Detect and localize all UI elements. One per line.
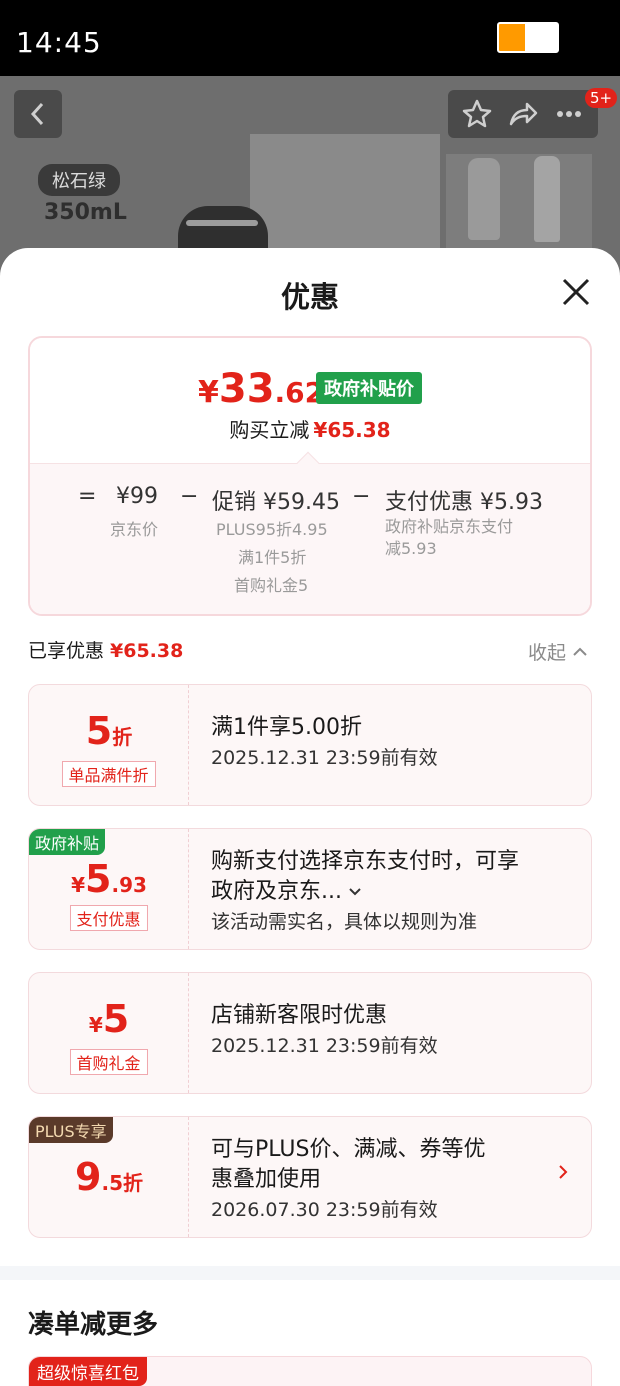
discount-sheet: 优惠 ¥ 33 .62 政府补贴价 购买立减 ¥65.38 = ¥99 京东价 −…	[0, 248, 620, 1386]
chevron-right-icon[interactable]	[557, 1163, 569, 1181]
discount-validity: 2026.07.30 23:59前有效	[211, 1199, 438, 1221]
color-tag: 松石绿	[38, 164, 120, 196]
formula-minus: −	[180, 484, 199, 509]
formula-minus: −	[352, 484, 371, 509]
back-icon	[30, 102, 44, 126]
discount-title: 购新支付选择京东支付时，可享	[211, 849, 520, 874]
jd-price: ¥99	[116, 484, 158, 509]
more-icon[interactable]	[553, 98, 585, 130]
back-button[interactable]	[14, 90, 62, 138]
formula-equals: =	[78, 484, 97, 509]
pay-line: 减5.93	[385, 539, 437, 558]
chevron-down-icon	[349, 888, 361, 896]
discount-validity: 2025.12.31 23:59前有效	[211, 747, 438, 769]
save-line: 购买立减 ¥65.38	[229, 418, 391, 442]
chevron-up-icon	[573, 647, 587, 656]
discount-title: 满1件享5.00折	[211, 715, 362, 740]
pay-line: 政府补贴京东支付	[385, 517, 514, 536]
discount-card[interactable]: 政府补贴 ¥5.93 支付优惠 购新支付选择京东支付时，可享 政府及京东... …	[28, 828, 592, 950]
status-bar: 14:45	[0, 0, 620, 76]
price-breakdown-card: ¥ 33 .62 政府补贴价 购买立减 ¥65.38 = ¥99 京东价 − 促销…	[28, 336, 592, 616]
promo-line: 满1件5折	[238, 548, 307, 567]
discount-title: 店铺新客限时优惠	[211, 1003, 388, 1028]
battery-icon	[497, 22, 559, 53]
discount-card[interactable]: 5折 单品满件折 满1件享5.00折 2025.12.31 23:59前有效	[28, 684, 592, 806]
discount-note: 该活动需实名，具体以规则为准	[211, 911, 478, 933]
more-badge: 5+	[585, 88, 618, 108]
discount-type-chip: 首购礼金	[69, 1049, 148, 1075]
red-packet-tag: 超级惊喜红包	[29, 1357, 147, 1386]
red-packet-card[interactable]: 超级惊喜红包	[28, 1356, 592, 1386]
jd-price-label: 京东价	[110, 520, 159, 539]
star-icon[interactable]	[461, 98, 493, 130]
discount-title-cont: 惠叠加使用	[211, 1167, 322, 1192]
promo-amount: 促销 ¥59.45	[212, 490, 340, 515]
product-header: 5+ 松石绿 350mL	[0, 76, 620, 276]
price-formula: = ¥99 京东价 − 促销 ¥59.45 PLUS95折4.95 满1件5折 …	[30, 463, 590, 614]
final-price: ¥ 33 .62	[198, 366, 325, 412]
promo-line: PLUS95折4.95	[216, 520, 328, 539]
header-actions	[448, 90, 598, 138]
collapse-button[interactable]: 收起	[528, 638, 588, 665]
discount-card[interactable]: ¥5 首购礼金 店铺新客限时优惠 2025.12.31 23:59前有效	[28, 972, 592, 1094]
subsidy-price-tag: 政府补贴价	[316, 372, 422, 404]
enjoyed-discount: 已享优惠 ¥65.38	[28, 640, 184, 662]
discount-card[interactable]: PLUS专享 9.5折 可与PLUS价、满减、券等优 惠叠加使用 2026.07…	[28, 1116, 592, 1238]
discount-validity: 2025.12.31 23:59前有效	[211, 1035, 438, 1057]
pay-discount: 支付优惠 ¥5.93	[385, 490, 543, 515]
sheet-title: 优惠	[280, 280, 339, 314]
discount-type-chip: 单品满件折	[61, 761, 156, 787]
discount-type-chip: 支付优惠	[69, 905, 148, 931]
status-time: 14:45	[16, 26, 102, 59]
section-divider	[0, 1266, 620, 1280]
product-thumbnail	[446, 154, 592, 248]
discount-expand[interactable]: 政府及京东...	[211, 877, 571, 907]
promo-line: 首购礼金5	[234, 576, 309, 595]
volume-label: 350mL	[44, 200, 127, 225]
share-icon[interactable]	[507, 98, 539, 130]
discount-title: 可与PLUS价、满减、券等优	[211, 1137, 486, 1162]
more-section-title: 凑单减更多	[28, 1310, 159, 1340]
close-icon[interactable]	[558, 274, 594, 310]
